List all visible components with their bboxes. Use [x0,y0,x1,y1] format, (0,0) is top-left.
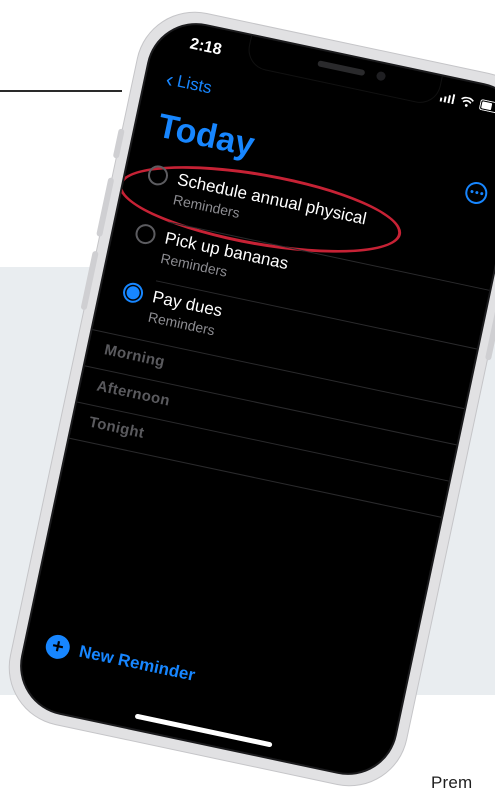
section-label: Morning [102,341,167,371]
battery-icon [479,99,495,114]
chevron-left-icon: ‹ [163,66,177,93]
back-button[interactable]: ‹ Lists [163,66,214,98]
camera-icon [375,70,387,82]
more-options-icon[interactable] [463,179,490,207]
reminders-list: Schedule annual physical Reminders Pick … [61,149,495,553]
speaker-grille [317,60,366,77]
plus-icon: + [43,632,73,662]
section-label: Tonight [87,413,146,442]
new-reminder-button[interactable]: + New Reminder [43,632,198,688]
signal-icon [439,93,456,104]
decorative-line [0,90,122,92]
section-label: Afternoon [95,377,172,410]
back-label: Lists [175,71,214,98]
wifi-icon [461,96,475,107]
page-title: Today [154,106,258,165]
status-time: 2:18 [188,35,224,59]
status-icons [439,91,495,115]
checkbox-checked-icon[interactable] [121,280,145,305]
new-reminder-label: New Reminder [77,641,197,685]
checkbox-icon[interactable] [133,222,158,246]
corner-text: Prem [431,773,473,792]
